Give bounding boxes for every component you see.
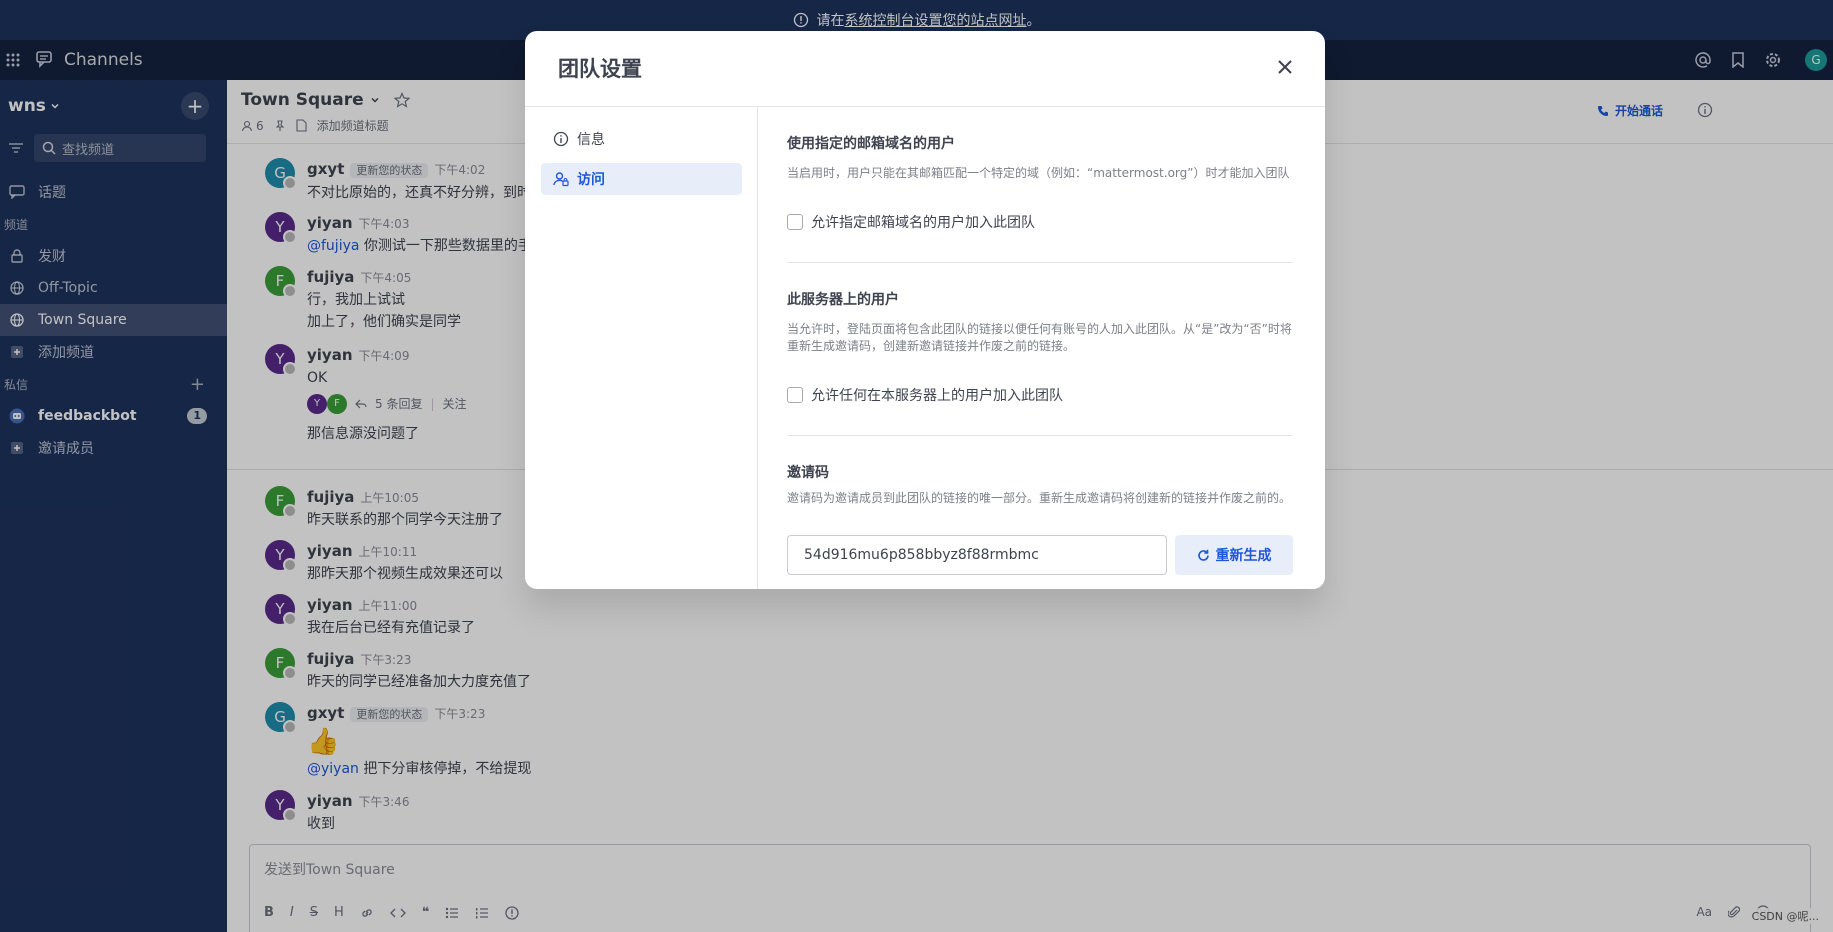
tab-access[interactable]: 访问 [541, 163, 742, 195]
open-invite-title: 此服务器上的用户 [787, 292, 899, 308]
open-invite-checkbox-label[interactable]: 允许任何在本服务器上的用户加入此团队 [811, 385, 1063, 405]
invite-code-description: 邀请码为邀请成员到此团队的链接的唯一部分。重新生成邀请码将创建新的链接并作废之前… [787, 491, 1292, 505]
tab-label: 访问 [577, 172, 605, 188]
tab-info[interactable]: 信息 [541, 123, 742, 155]
modal-header: 团队设置 [525, 31, 1325, 107]
account-lock-icon [553, 171, 577, 187]
close-icon[interactable] [1273, 55, 1297, 79]
allowed-domains-checkbox[interactable] [787, 214, 803, 230]
allowed-domains-description: 当启用时，用户只能在其邮箱匹配一个特定的域（例如：“mattermost.org… [787, 166, 1290, 180]
section-divider [787, 262, 1293, 263]
open-invite-checkbox-row[interactable]: 允许任何在本服务器上的用户加入此团队 [787, 385, 1293, 405]
section-divider [787, 435, 1293, 436]
regenerate-button[interactable]: 重新生成 [1175, 535, 1293, 575]
allowed-domains-title: 使用指定的邮箱域名的用户 [787, 136, 955, 152]
open-invite-checkbox[interactable] [787, 387, 803, 403]
refresh-icon [1197, 549, 1210, 562]
modal-nav: 信息 访问 [525, 107, 758, 589]
invite-code-row: 54d916mu6p858bbyz8f88rmbmc 重新生成 [787, 535, 1293, 575]
open-invite-description: 当允许时，登陆页面将包含此团队的链接以便任何有账号的人加入此团队。从“是”改为“… [787, 322, 1292, 353]
tab-label: 信息 [577, 132, 605, 148]
info-icon [553, 131, 577, 147]
modal-title: 团队设置 [558, 57, 642, 81]
invite-code-field[interactable]: 54d916mu6p858bbyz8f88rmbmc [787, 535, 1167, 575]
access-settings: 使用指定的邮箱域名的用户 当启用时，用户只能在其邮箱匹配一个特定的域（例如：“m… [787, 107, 1293, 575]
regenerate-label: 重新生成 [1215, 548, 1272, 564]
allowed-domains-checkbox-row[interactable]: 允许指定邮箱域名的用户加入此团队 [787, 212, 1293, 232]
team-settings-modal: 团队设置 信息 访问 使用指定的邮箱域名的用户 当启用时，用户只能在其邮箱匹配一… [525, 31, 1325, 589]
allowed-domains-checkbox-label[interactable]: 允许指定邮箱域名的用户加入此团队 [811, 212, 1035, 232]
invite-code-title: 邀请码 [787, 465, 829, 481]
